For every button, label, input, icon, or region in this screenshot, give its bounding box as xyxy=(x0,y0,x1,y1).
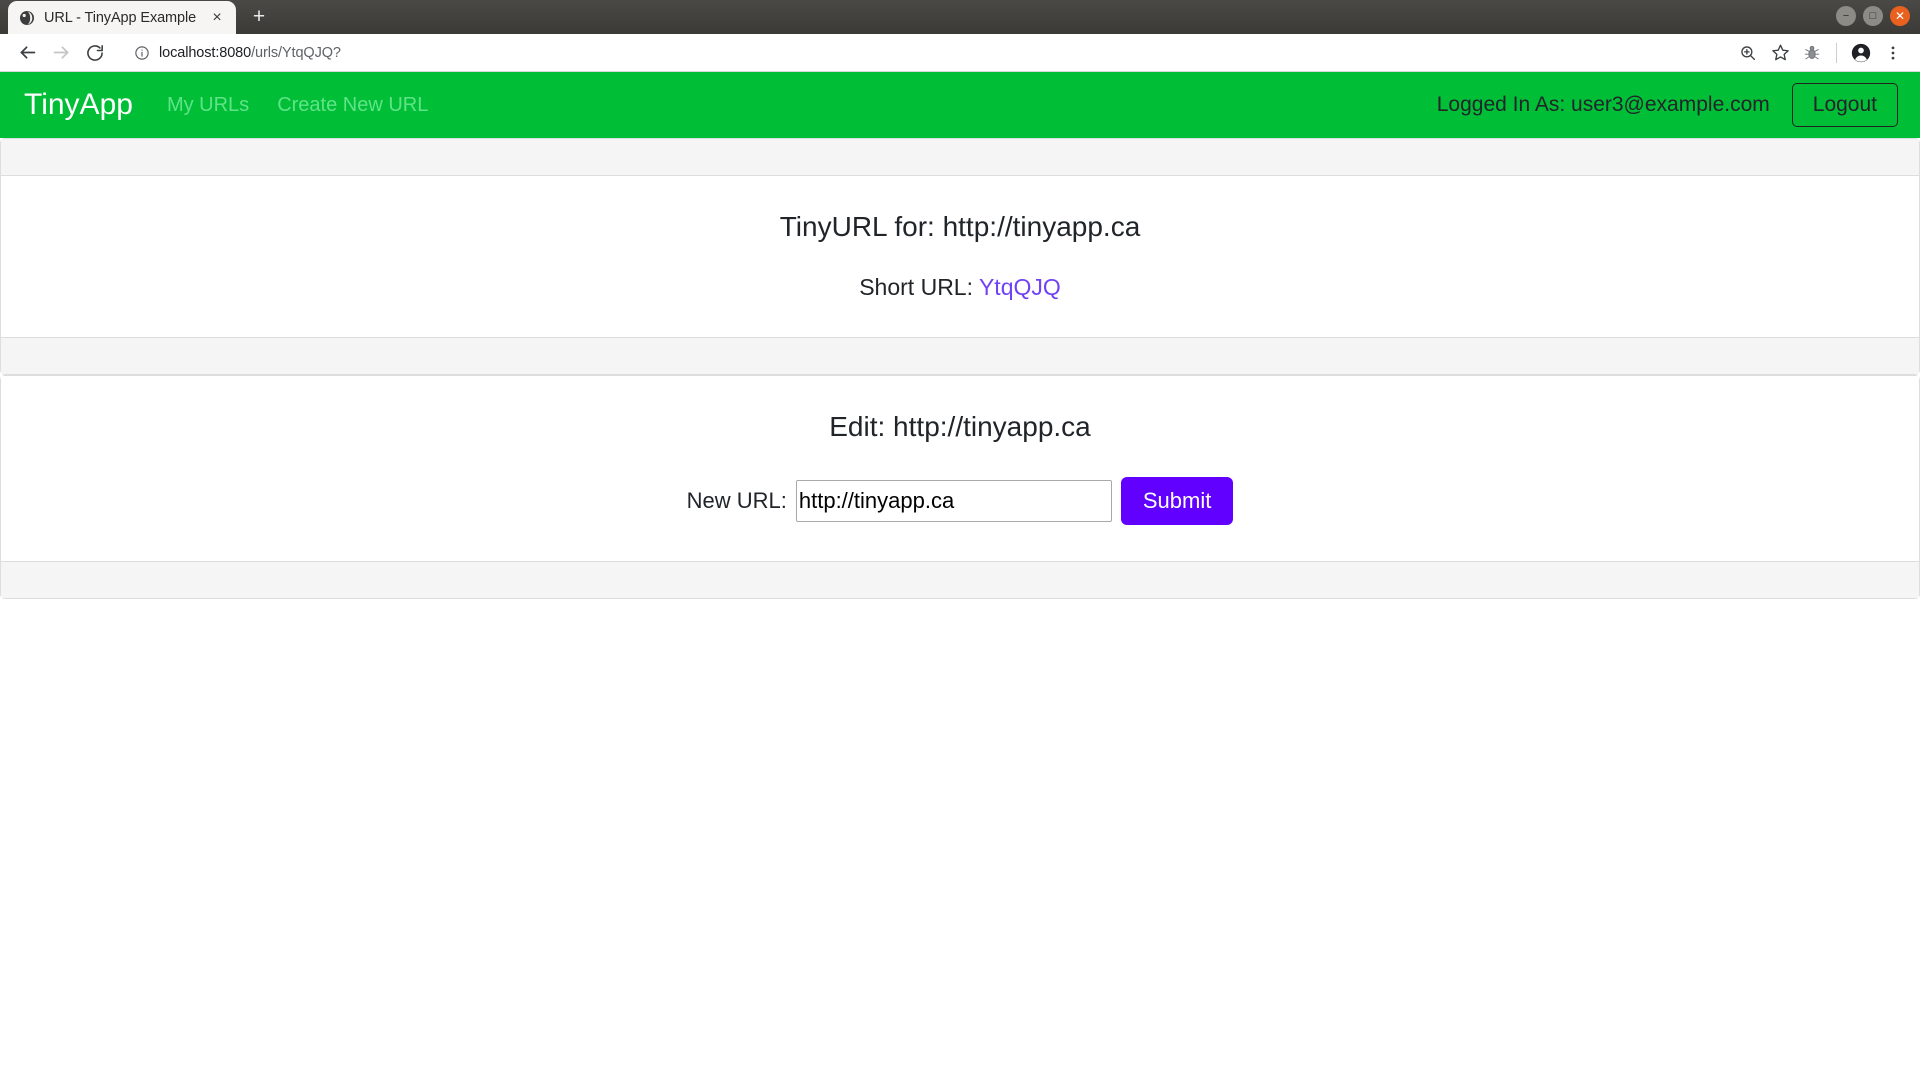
browser-window: URL - TinyApp Example × + − □ ✕ xyxy=(0,0,1920,1080)
new-url-input[interactable] xyxy=(796,480,1112,522)
short-url-label: Short URL: xyxy=(859,274,973,300)
tab-title: URL - TinyApp Example xyxy=(44,10,199,26)
app-navbar: TinyApp My URLs Create New URL Logged In… xyxy=(0,72,1920,138)
url-card-header-strip xyxy=(1,139,1919,176)
close-icon[interactable]: × xyxy=(208,9,226,27)
browser-tab[interactable]: URL - TinyApp Example × xyxy=(8,1,236,34)
extension-bug-icon[interactable] xyxy=(1797,38,1827,68)
edit-card-footer-strip xyxy=(1,561,1919,598)
url-card-body: TinyURL for: http://tinyapp.ca Short URL… xyxy=(1,176,1919,337)
more-menu-icon[interactable] xyxy=(1878,38,1908,68)
toolbar-divider xyxy=(1836,43,1837,63)
info-circle-icon[interactable] xyxy=(134,45,150,61)
edit-headline: Edit: http://tinyapp.ca xyxy=(21,410,1899,444)
new-tab-button[interactable]: + xyxy=(242,3,276,31)
address-bar-text: localhost:8080/urls/YtqQJQ? xyxy=(159,45,341,61)
browser-toolbar: localhost:8080/urls/YtqQJQ? xyxy=(0,34,1920,72)
navbar-links: My URLs Create New URL xyxy=(167,94,428,117)
logged-in-status: Logged In As: user3@example.com xyxy=(1437,93,1770,117)
window-controls: − □ ✕ xyxy=(1836,6,1910,26)
nav-link-create-new-url[interactable]: Create New URL xyxy=(277,94,428,117)
browser-title-bar: URL - TinyApp Example × + − □ ✕ xyxy=(0,0,1920,34)
address-bar[interactable]: localhost:8080/urls/YtqQJQ? xyxy=(124,39,1721,67)
app-brand[interactable]: TinyApp xyxy=(24,88,133,122)
address-path: /urls/YtqQJQ? xyxy=(251,45,341,61)
address-host: localhost:8080 xyxy=(159,45,251,61)
page-viewport: TinyApp My URLs Create New URL Logged In… xyxy=(0,72,1920,1080)
reload-icon[interactable] xyxy=(80,38,110,68)
maximize-icon[interactable]: □ xyxy=(1863,6,1883,26)
submit-button[interactable]: Submit xyxy=(1121,477,1233,525)
close-window-icon[interactable]: ✕ xyxy=(1890,6,1910,26)
forward-arrow-icon xyxy=(46,38,76,68)
nav-link-my-urls[interactable]: My URLs xyxy=(167,94,249,117)
navbar-right-group: Logged In As: user3@example.com Logout xyxy=(1437,83,1898,126)
url-card-footer-strip xyxy=(1,337,1919,374)
back-arrow-icon[interactable] xyxy=(12,38,42,68)
short-url-link[interactable]: YtqQJQ xyxy=(979,274,1061,300)
bookmark-star-icon[interactable] xyxy=(1765,38,1795,68)
tinyurl-headline: TinyURL for: http://tinyapp.ca xyxy=(21,210,1899,244)
new-url-label: New URL: xyxy=(687,488,787,514)
short-url-line: Short URL: YtqQJQ xyxy=(21,274,1899,302)
edit-url-card: Edit: http://tinyapp.ca New URL: Submit xyxy=(0,375,1920,599)
minimize-icon[interactable]: − xyxy=(1836,6,1856,26)
profile-avatar-icon[interactable] xyxy=(1846,38,1876,68)
logout-button[interactable]: Logout xyxy=(1792,83,1898,126)
edit-url-form: New URL: Submit xyxy=(21,477,1899,525)
toolbar-icon-group xyxy=(1733,38,1908,68)
zoom-magnifier-icon[interactable] xyxy=(1733,38,1763,68)
edit-card-body: Edit: http://tinyapp.ca New URL: Submit xyxy=(1,376,1919,561)
url-info-card: TinyURL for: http://tinyapp.ca Short URL… xyxy=(0,138,1920,375)
globe-icon xyxy=(18,9,35,26)
